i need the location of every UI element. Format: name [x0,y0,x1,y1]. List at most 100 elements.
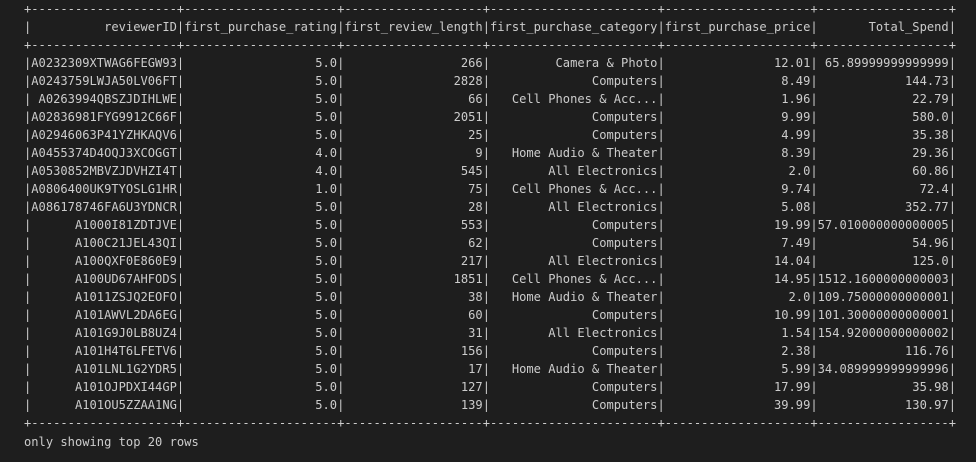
table-cell: A02946063P41YZHKAQV6 [31,128,177,142]
table-cell: 54.96 [817,236,949,250]
table-cell: A101AWVL2DA6EG [31,308,177,322]
table-row: | A101LNL1G2YDR5| 5.0| 17| Home Audio & … [24,362,956,376]
table-cell: 5.0 [184,218,338,232]
table-cell: 14.04 [664,254,811,268]
table-cell: A101H4T6LFETV6 [31,344,177,358]
table-cell: 125.0 [817,254,949,268]
table-cell: 5.0 [184,308,338,322]
table-cell: 5.0 [184,326,338,340]
table-row: | A100C21JEL43QI| 5.0| 62| Computers| 7.… [24,236,956,250]
table-cell: 116.76 [817,344,949,358]
table-cell: 5.08 [664,200,811,214]
table-cell: 5.0 [184,380,338,394]
table-cell: A0263994QBSZJDIHLWE [31,92,177,106]
table-cell: 5.0 [184,128,338,142]
table-cell: 156 [344,344,483,358]
table-cell: A0530852MBVZJDVHZI4T [31,164,177,178]
table-row: | A0263994QBSZJDIHLWE| 5.0| 66| Cell Pho… [24,92,956,106]
table-cell: Computers [490,344,658,358]
table-cell: 2.0 [664,290,811,304]
table-cell: A100C21JEL43QI [31,236,177,250]
table-row: | A1011ZSJQ2EOFO| 5.0| 38| Home Audio & … [24,290,956,304]
table-cell: 9.74 [664,182,811,196]
table-cell: 266 [344,56,483,70]
table-cell: 2828 [344,74,483,88]
table-cell: A0455374D4OQJ3XCOGGT [31,146,177,160]
table-cell: 31 [344,326,483,340]
table-cell: 2.38 [664,344,811,358]
table-cell: Cell Phones & Acc... [490,272,658,286]
table-cell: 62 [344,236,483,250]
table-cell: 60 [344,308,483,322]
table-cell: 39.99 [664,398,811,412]
table-cell: A101G9J0LB8UZ4 [31,326,177,340]
table-cell: Computers [490,398,658,412]
table-cell: 5.0 [184,254,338,268]
table-cell: Camera & Photo [490,56,658,70]
table-border-top: +--------------------+------------------… [24,2,956,16]
column-header: first_purchase_category [490,20,658,34]
table-row: |A0243759LWJA50LV06FT| 5.0| 2828| Comput… [24,74,956,88]
table-cell: Computers [490,110,658,124]
table-cell: 1851 [344,272,483,286]
table-row: | A101AWVL2DA6EG| 5.0| 60| Computers| 10… [24,308,956,322]
table-cell: 29.36 [817,146,949,160]
table-cell: A101LNL1G2YDR5 [31,362,177,376]
table-cell: 352.77 [817,200,949,214]
table-cell: 10.99 [664,308,811,322]
table-cell: 1512.1600000000003 [817,272,949,286]
table-cell: 35.98 [817,380,949,394]
table-row: | A100UD67AHFODS| 5.0| 1851| Cell Phones… [24,272,956,286]
table-cell: Cell Phones & Acc... [490,182,658,196]
column-header: reviewerID [31,20,177,34]
table-cell: A0806400UK9TYOSLG1HR [31,182,177,196]
table-row: |A02946063P41YZHKAQV6| 5.0| 25| Computer… [24,128,956,142]
table-cell: A1000I81ZDTJVE [31,218,177,232]
table-cell: 5.0 [184,272,338,286]
table-cell: 4.99 [664,128,811,142]
table-row: |A02836981FYG9912C66F| 5.0| 2051| Comput… [24,110,956,124]
column-header: Total_Spend [817,20,949,34]
table-cell: 75 [344,182,483,196]
table-cell: 17 [344,362,483,376]
table-cell: A02836981FYG9912C66F [31,110,177,124]
table-cell: A101OJPDXI44GP [31,380,177,394]
table-row: |A086178746FA6U3YDNCR| 5.0| 28| All Elec… [24,200,956,214]
column-header: first_purchase_rating [184,20,338,34]
table-cell: Home Audio & Theater [490,146,658,160]
table-row: |A0530852MBVZJDVHZI4T| 4.0| 545| All Ele… [24,164,956,178]
table-row: |A0806400UK9TYOSLG1HR| 1.0| 75| Cell Pho… [24,182,956,196]
table-cell: Computers [490,128,658,142]
table-cell: 144.73 [817,74,949,88]
table-cell: Computers [490,308,658,322]
table-cell: 5.0 [184,290,338,304]
table-cell: 9 [344,146,483,160]
table-cell: Computers [490,218,658,232]
table-cell: 4.0 [184,146,338,160]
table-row: | A1000I81ZDTJVE| 5.0| 553| Computers| 1… [24,218,956,232]
table-cell: 34.089999999999996 [817,362,949,376]
footer-note: only showing top 20 rows [24,435,199,449]
table-cell: A100QXF0E860E9 [31,254,177,268]
dataframe-table: +--------------------+------------------… [24,0,956,432]
table-cell: Computers [490,236,658,250]
table-cell: 35.38 [817,128,949,142]
table-border-bottom: +--------------------+------------------… [24,416,956,430]
table-cell: 109.75000000000001 [817,290,949,304]
table-cell: 14.95 [664,272,811,286]
table-cell: 4.0 [184,164,338,178]
table-cell: 66 [344,92,483,106]
table-cell: Home Audio & Theater [490,362,658,376]
table-cell: 12.01 [664,56,811,70]
table-cell: 5.0 [184,236,338,250]
table-cell: 2.0 [664,164,811,178]
table-cell: 545 [344,164,483,178]
table-cell: 5.0 [184,92,338,106]
table-cell: 60.86 [817,164,949,178]
table-cell: Computers [490,380,658,394]
table-cell: 8.49 [664,74,811,88]
table-cell: 5.0 [184,74,338,88]
table-cell: 5.0 [184,110,338,124]
table-row: |A0455374D4OQJ3XCOGGT| 4.0| 9| Home Audi… [24,146,956,160]
table-border-header: +--------------------+------------------… [24,38,956,52]
